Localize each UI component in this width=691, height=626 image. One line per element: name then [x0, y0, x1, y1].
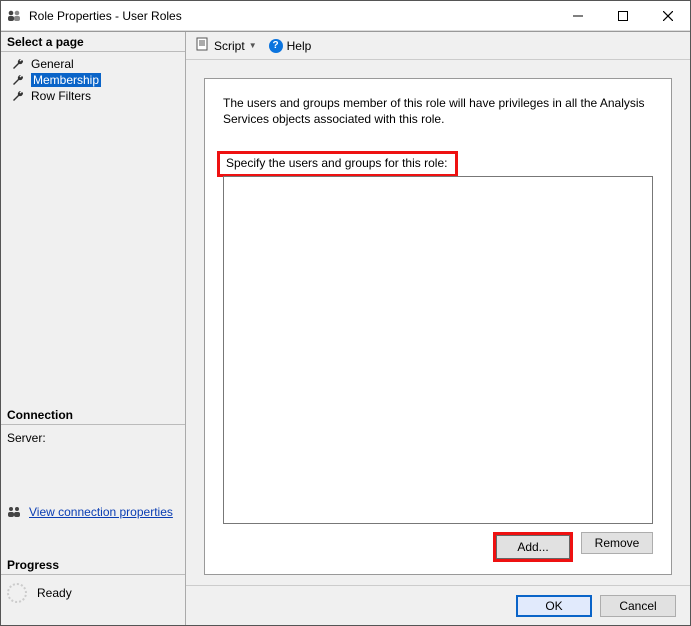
main-area: Script ▼ ? Help The users and groups mem…: [186, 32, 690, 625]
panel-buttons: Add... Remove: [223, 532, 653, 562]
server-label: Server:: [7, 431, 179, 445]
close-button[interactable]: [645, 1, 690, 30]
script-label: Script: [214, 39, 245, 53]
maximize-icon: [618, 11, 628, 21]
sidebar-item-membership[interactable]: Membership: [1, 72, 185, 88]
content-area: The users and groups member of this role…: [186, 60, 690, 585]
script-icon: [196, 37, 210, 54]
window-title: Role Properties - User Roles: [29, 9, 182, 23]
app-icon: [7, 8, 23, 24]
help-button[interactable]: ? Help: [265, 37, 316, 55]
connection-header: Connection: [1, 405, 185, 425]
minimize-icon: [573, 11, 583, 21]
cancel-button[interactable]: Cancel: [600, 595, 676, 617]
progress-spinner-icon: [7, 583, 27, 603]
chevron-down-icon: ▼: [249, 41, 257, 50]
minimize-button[interactable]: [555, 1, 600, 30]
dialog-window: Role Properties - User Roles Select a pa…: [0, 0, 691, 626]
specify-label-highlight: Specify the users and groups for this ro…: [217, 151, 458, 177]
connection-icon: [7, 505, 23, 519]
membership-panel: The users and groups member of this role…: [204, 78, 672, 575]
titlebar: Role Properties - User Roles: [1, 1, 690, 31]
progress-header: Progress: [1, 555, 185, 575]
maximize-button[interactable]: [600, 1, 645, 30]
add-button[interactable]: Add...: [497, 536, 569, 558]
view-connection-properties-link[interactable]: View connection properties: [29, 505, 173, 519]
dialog-body: Select a page General Membership: [1, 31, 690, 625]
add-button-highlight: Add...: [493, 532, 573, 562]
progress-status: Ready: [37, 586, 72, 600]
panel-description: The users and groups member of this role…: [223, 95, 653, 127]
progress-body: Ready: [1, 575, 185, 611]
sidebar-item-general[interactable]: General: [1, 56, 185, 72]
members-listbox[interactable]: [223, 176, 653, 524]
close-icon: [663, 11, 673, 21]
wrench-icon: [11, 89, 25, 103]
help-icon: ?: [269, 39, 283, 53]
wrench-icon: [11, 57, 25, 71]
sidebar-item-label: Row Filters: [31, 89, 91, 103]
sidebar-item-label: Membership: [31, 73, 101, 87]
select-page-header: Select a page: [1, 32, 185, 52]
toolbar: Script ▼ ? Help: [186, 32, 690, 60]
script-button[interactable]: Script ▼: [192, 35, 261, 56]
help-label: Help: [287, 39, 312, 53]
specify-label: Specify the users and groups for this ro…: [222, 156, 451, 170]
page-list: General Membership Row Filters: [1, 52, 185, 110]
sidebar-item-row-filters[interactable]: Row Filters: [1, 88, 185, 104]
connection-body: Server: View connection properties: [1, 425, 185, 525]
sidebar-item-label: General: [31, 57, 74, 71]
dialog-footer: OK Cancel: [186, 585, 690, 625]
wrench-icon: [11, 73, 25, 87]
sidebar: Select a page General Membership: [1, 32, 186, 625]
remove-button[interactable]: Remove: [581, 532, 653, 554]
ok-button[interactable]: OK: [516, 595, 592, 617]
